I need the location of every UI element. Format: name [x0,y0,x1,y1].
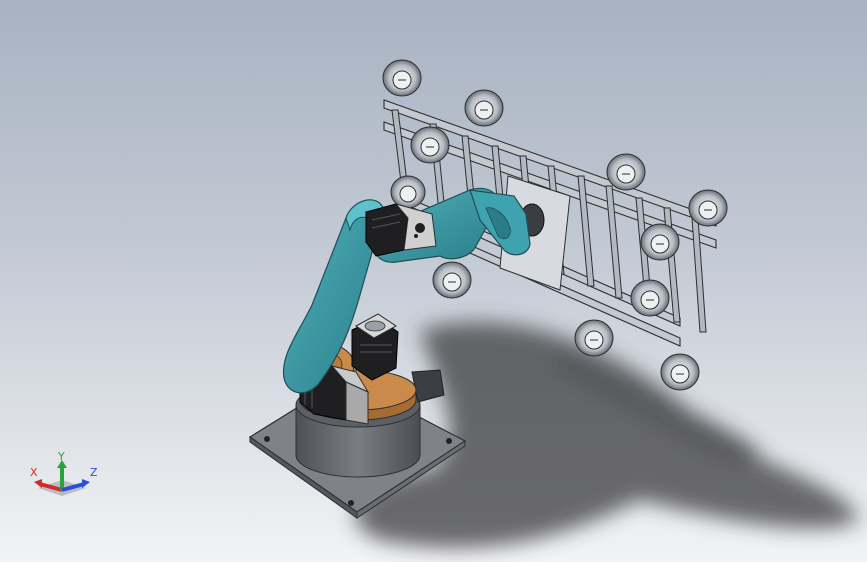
suction-cup[interactable] [382,59,422,97]
suction-cup[interactable] [660,353,700,391]
suction-cup[interactable] [688,189,728,227]
mount-hole [348,500,354,506]
mount-hole [446,438,452,444]
suction-cup[interactable] [464,89,504,127]
z-axis-label: Z [90,466,98,479]
mount-hole [264,436,270,442]
suction-cup[interactable] [606,153,646,191]
suction-cup[interactable] [630,279,670,317]
suction-cup[interactable] [410,126,450,164]
z-axis-arrowhead [82,479,90,488]
suction-cup[interactable] [574,319,614,357]
robot-arm-model[interactable] [0,0,867,562]
shoulder-motor[interactable] [351,313,399,381]
cad-viewport[interactable]: X Y Z [0,0,867,562]
orientation-triad[interactable]: X Y Z [28,452,108,508]
x-axis-arrowhead [34,479,42,488]
suction-cup[interactable] [432,261,472,299]
suction-cup[interactable] [640,223,680,261]
x-axis-label: X [30,466,38,479]
suction-cup[interactable] [390,175,426,209]
y-axis-label: Y [57,452,65,463]
